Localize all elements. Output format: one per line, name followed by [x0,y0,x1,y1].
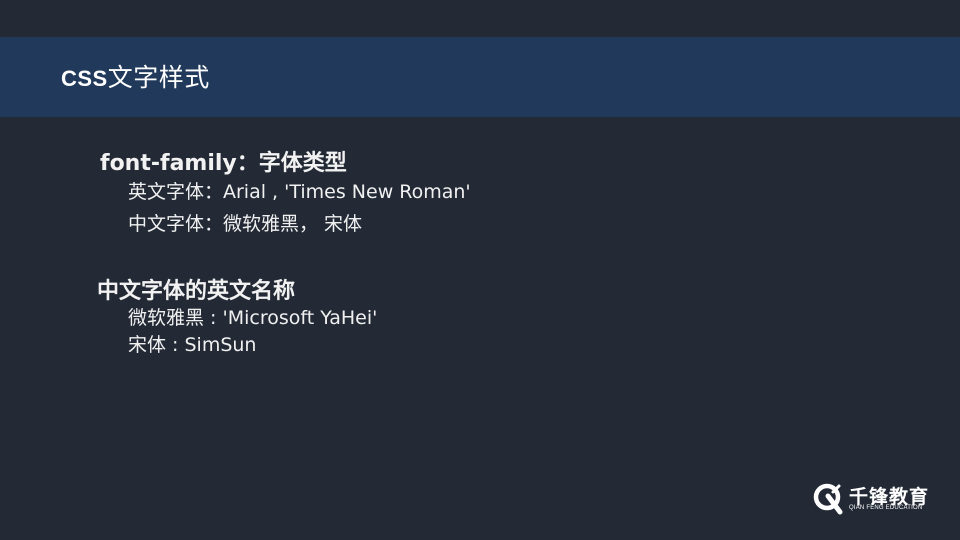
english-font-line: 英文字体：Arial , 'Times New Roman' [128,181,471,203]
slide: CSS文字样式 font-family：字体类型 英文字体：Arial , 'T… [0,0,960,540]
slide-title-latin: CSS [61,66,108,91]
qianfeng-logo: 千锋教育 QIAN FENG EDUCATION [812,482,940,518]
section-heading-english-names: 中文字体的英文名称 [97,279,296,304]
chinese-font-line: 中文字体：微软雅黑， 宋体 [128,213,363,235]
slide-title: CSS文字样式 [61,58,210,94]
logo-subtitle: QIAN FENG EDUCATION [849,505,923,511]
section-heading-font-family: font-family：字体类型 [100,151,347,176]
simsun-name-line: 宋体 : SimSun [128,334,257,356]
qianfeng-logo-icon [813,483,843,515]
yahei-name-line: 微软雅黑 : 'Microsoft YaHei' [128,307,378,329]
slide-title-cjk: 文字样式 [107,63,210,92]
